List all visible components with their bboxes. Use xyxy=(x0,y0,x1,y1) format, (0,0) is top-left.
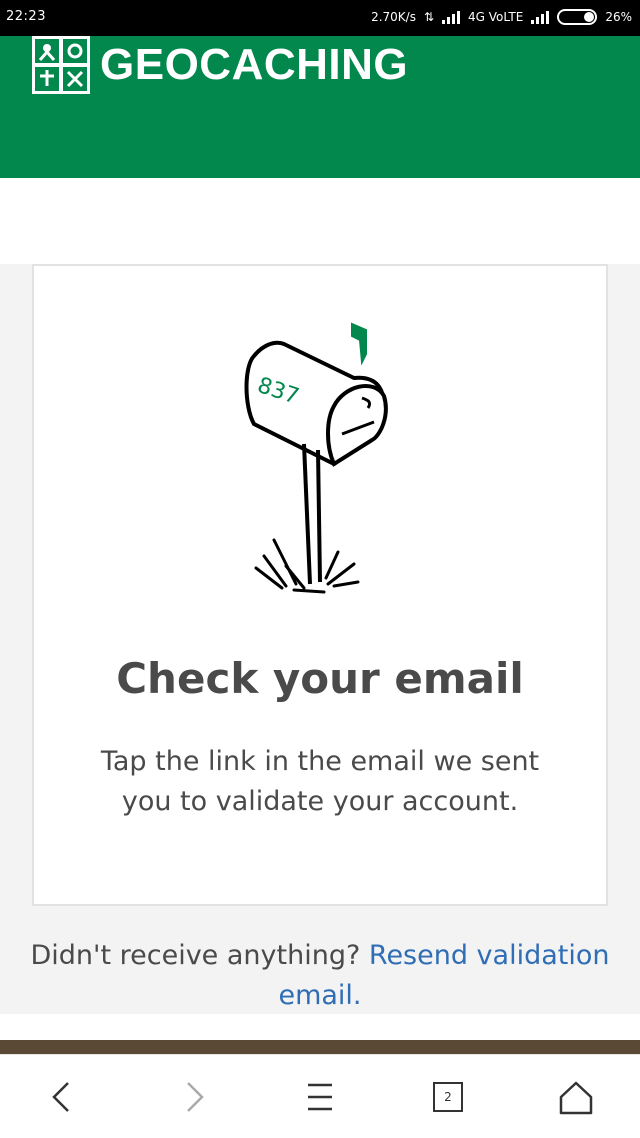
page: 22:23 2.70K/s ⇅ 4G VoLTE 26% GEOCACHING … xyxy=(0,0,640,1138)
status-bar: 22:23 2.70K/s ⇅ 4G VoLTE 26% xyxy=(0,0,640,36)
header-spacer xyxy=(0,178,640,264)
battery-percent: 26% xyxy=(605,10,632,24)
battery-icon xyxy=(557,9,598,25)
main-content: 837 Check your email Tap the link in the… xyxy=(0,264,640,1014)
network-type: 4G VoLTE xyxy=(468,10,524,24)
resend-prompt: Didn't receive anything? Resend validati… xyxy=(20,936,620,1016)
forward-button[interactable] xyxy=(172,1075,216,1119)
mailbox-illustration: 837 xyxy=(244,322,388,594)
validation-card: 837 Check your email Tap the link in the… xyxy=(32,264,608,906)
geocaching-logo[interactable]: GEOCACHING xyxy=(32,36,408,94)
brand-name: GEOCACHING xyxy=(100,40,409,89)
chevron-right-icon xyxy=(187,1082,204,1112)
data-transfer-icon: ⇅ xyxy=(423,10,435,24)
tab-count: 2 xyxy=(433,1082,463,1112)
status-indicators: 2.70K/s ⇅ 4G VoLTE 26% xyxy=(371,9,632,25)
menu-button[interactable] xyxy=(298,1075,342,1119)
site-header: GEOCACHING xyxy=(0,36,640,178)
geocaching-logo-icon xyxy=(32,36,90,94)
instructions-text: Tap the link in the email we sent you to… xyxy=(100,746,540,817)
home-icon xyxy=(559,1081,593,1115)
network-speed: 2.70K/s xyxy=(371,10,416,24)
page-title: Check your email xyxy=(116,654,524,703)
resend-prefix: Didn't receive anything? xyxy=(30,940,361,971)
status-time: 22:23 xyxy=(6,9,46,24)
menu-icon xyxy=(308,1083,332,1111)
tabs-button[interactable]: 2 xyxy=(426,1075,470,1119)
back-button[interactable] xyxy=(40,1075,84,1119)
signal-icon-2 xyxy=(531,10,550,24)
signal-icon xyxy=(442,10,461,24)
browser-nav-bar: 2 xyxy=(0,1054,640,1138)
footer-strip xyxy=(0,1040,640,1054)
home-button[interactable] xyxy=(554,1075,598,1119)
chevron-left-icon xyxy=(52,1082,69,1112)
